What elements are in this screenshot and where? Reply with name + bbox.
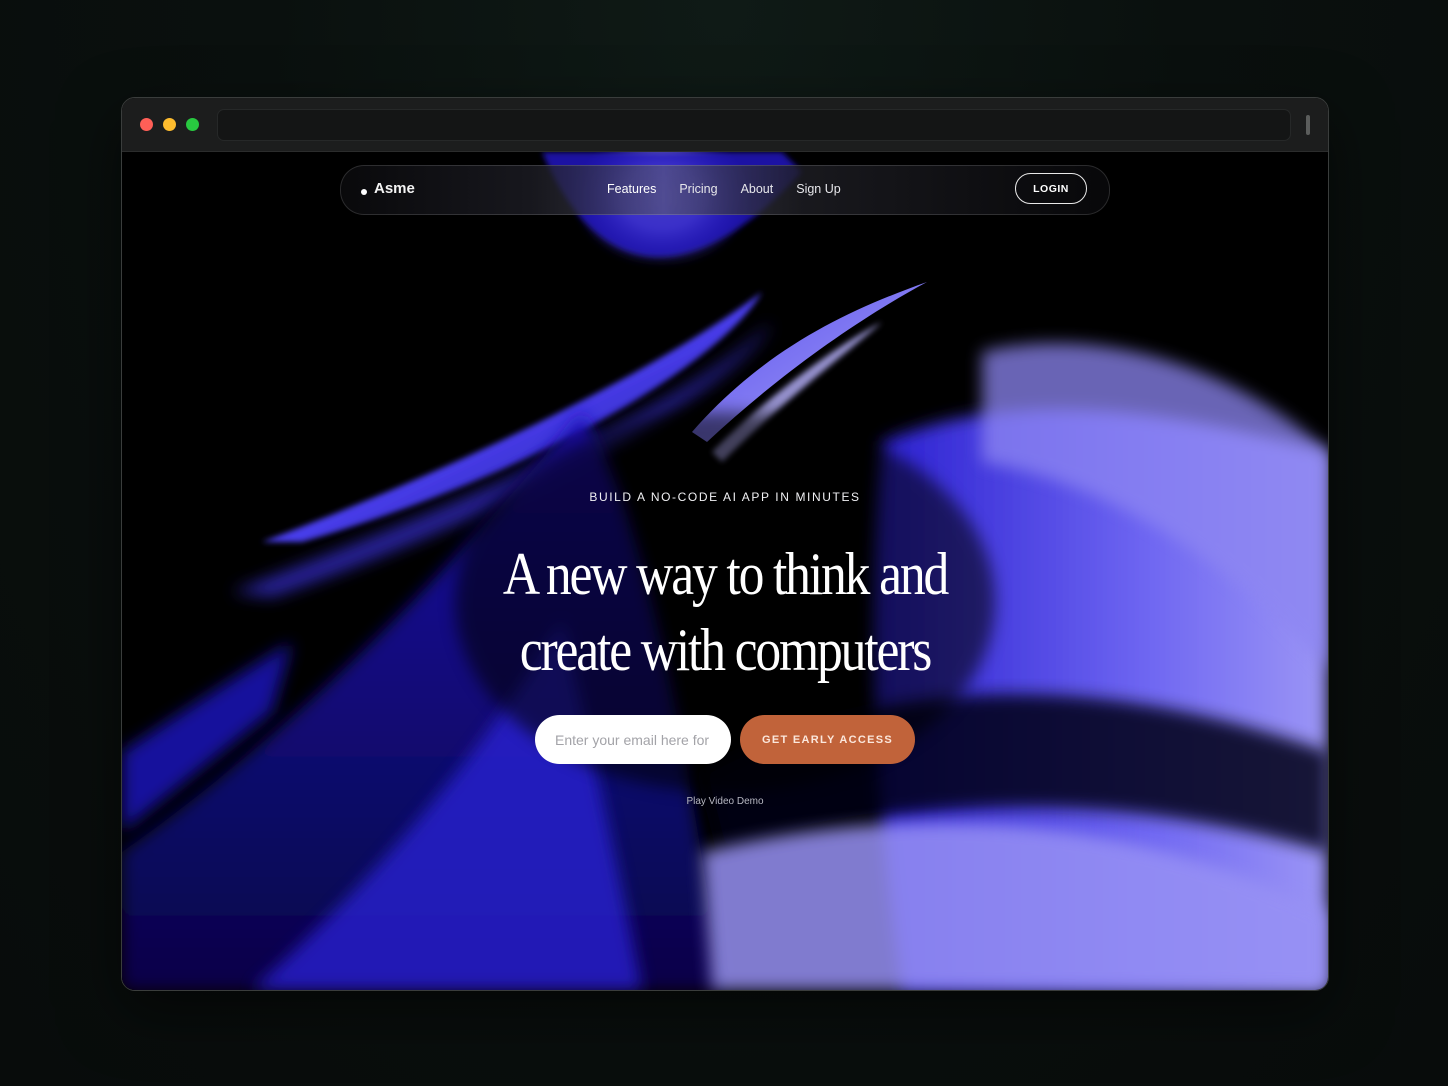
play-video-demo-link[interactable]: Play Video Demo (122, 796, 1328, 807)
maximize-window-button[interactable] (186, 118, 199, 131)
signup-form: GET EARLY ACCESS (535, 715, 915, 764)
email-input[interactable] (535, 715, 731, 764)
sidebar-toggle-icon[interactable] (1306, 115, 1310, 135)
hero-headline-line-1: A new way to think and (502, 541, 949, 607)
hero-eyebrow: BUILD A NO-CODE AI APP IN MINUTES (589, 490, 861, 504)
get-early-access-button[interactable]: GET EARLY ACCESS (740, 715, 915, 764)
minimize-window-button[interactable] (163, 118, 176, 131)
page-viewport: Asme Features Pricing About Sign Up LOGI… (122, 152, 1328, 990)
hero-headline-line-2: create with computers (519, 617, 933, 683)
hero-headline: A new way to think and create with compu… (206, 536, 1243, 688)
browser-titlebar (122, 98, 1328, 152)
address-bar[interactable] (217, 109, 1291, 141)
close-window-button[interactable] (140, 118, 153, 131)
browser-window: Asme Features Pricing About Sign Up LOGI… (121, 97, 1329, 991)
hero-section: BUILD A NO-CODE AI APP IN MINUTES A new … (122, 152, 1328, 990)
